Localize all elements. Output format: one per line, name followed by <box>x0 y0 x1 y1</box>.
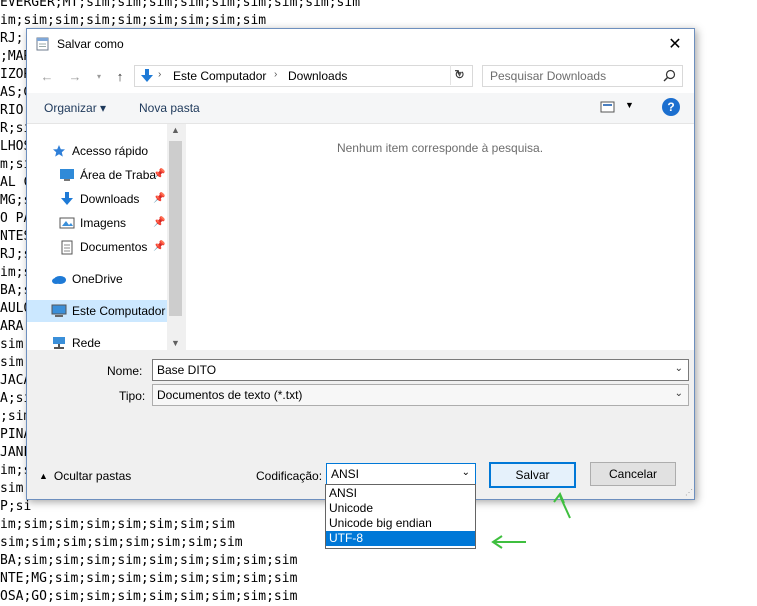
scrollbar-thumb[interactable] <box>169 141 182 316</box>
download-icon <box>59 191 75 207</box>
desktop-icon <box>59 167 75 183</box>
up-arrow-icon[interactable]: ↑ <box>112 69 128 84</box>
chevron-down-icon[interactable]: ⌄ <box>462 467 470 478</box>
back-arrow-icon[interactable]: ← <box>39 69 55 84</box>
search-icon[interactable] <box>663 69 676 82</box>
document-icon <box>59 239 75 255</box>
sidebar-item-label: Este Computador <box>72 304 166 318</box>
hide-folders-toggle[interactable]: ▲ Ocultar pastas <box>39 469 131 483</box>
annotation-arrow-icon <box>553 492 571 519</box>
file-type-value: Documentos de texto (*.txt) <box>157 388 303 402</box>
dialog-title: Salvar como <box>57 37 124 51</box>
refresh-icon[interactable]: ↻ <box>450 65 468 85</box>
resize-grip-icon[interactable]: ⋰ <box>685 488 693 497</box>
computer-icon <box>51 303 67 319</box>
sidebar-item-images[interactable]: Imagens <box>59 212 126 234</box>
new-folder-button[interactable]: Nova pasta <box>139 101 200 115</box>
scroll-down-icon[interactable]: ▼ <box>171 338 180 348</box>
close-icon[interactable]: ✕ <box>664 33 686 55</box>
help-icon[interactable]: ? <box>662 98 680 116</box>
encoding-option-unicode[interactable]: Unicode <box>326 501 475 516</box>
encoding-select[interactable]: ANSI ⌄ <box>326 463 476 485</box>
organize-button[interactable]: Organizar ▾ <box>44 101 106 115</box>
annotation-arrow-icon <box>491 535 526 549</box>
chevron-down-icon[interactable]: ▼ <box>625 100 634 110</box>
encoding-option-utf8[interactable]: UTF-8 <box>326 531 475 546</box>
pin-icon[interactable]: 📌 <box>153 241 165 252</box>
pin-icon[interactable]: 📌 <box>153 169 165 180</box>
encoding-option-ansi[interactable]: ANSI <box>326 486 475 501</box>
chevron-down-icon[interactable]: ⌄ <box>675 388 683 399</box>
image-icon <box>59 215 75 231</box>
sidebar-item-label: Imagens <box>80 216 127 230</box>
sidebar-item-network[interactable]: Rede <box>51 332 101 350</box>
chevron-right-icon: › <box>274 69 278 80</box>
pin-icon[interactable]: 📌 <box>153 193 165 204</box>
file-name-label: Nome: <box>107 364 143 378</box>
text-line: EVERGER;MT;sim;sim;sim;sim;sim;sim;sim;s… <box>0 0 361 10</box>
sidebar-item-documents[interactable]: Documentos <box>59 236 147 258</box>
sidebar-item-label: Área de Traba <box>80 168 157 182</box>
empty-results-message: Nenhum item corresponde à pesquisa. <box>336 141 544 155</box>
sidebar-item-label: Documentos <box>80 240 148 254</box>
cloud-icon <box>51 271 67 287</box>
chevron-down-icon[interactable]: ⌄ <box>675 363 683 374</box>
file-list-pane[interactable]: Nenhum item corresponde à pesquisa. <box>186 124 694 350</box>
file-name-field[interactable]: Base DITO ⌄ <box>152 359 689 381</box>
text-line: OSA;GO;sim;sim;sim;sim;sim;sim;sim;sim <box>0 589 298 604</box>
forward-arrow-icon[interactable]: → <box>67 69 83 84</box>
chevron-up-icon: ▲ <box>39 471 48 481</box>
save-as-dialog: Salvar como ✕ ← → ▾ ↑ › Este Computador … <box>26 28 695 500</box>
sidebar-item-quick-access[interactable]: Acesso rápido <box>51 140 148 162</box>
cancel-button[interactable]: Cancelar <box>590 462 676 486</box>
search-placeholder: Pesquisar Downloads <box>490 69 607 83</box>
view-options-icon[interactable] <box>600 100 616 114</box>
sidebar-item-desktop[interactable]: Área de Traba <box>59 164 156 186</box>
scroll-up-icon[interactable]: ▲ <box>171 125 180 135</box>
pin-icon[interactable]: 📌 <box>153 217 165 228</box>
sidebar-item-label: OneDrive <box>72 272 123 286</box>
sidebar-item-downloads[interactable]: Downloads <box>59 188 139 210</box>
sidebar-item-label: Acesso rápido <box>72 144 149 158</box>
sidebar-item-label: Rede <box>72 336 101 350</box>
title-bar: Salvar como ✕ <box>27 29 694 59</box>
download-folder-icon <box>141 69 153 82</box>
encoding-dropdown-list: ANSI Unicode Unicode big endian UTF-8 <box>325 484 476 549</box>
sidebar-item-label: Downloads <box>80 192 140 206</box>
navigation-bar: ← → ▾ ↑ › Este Computador › Downloads ▾ … <box>27 59 694 93</box>
save-button[interactable]: Salvar <box>489 462 576 488</box>
sidebar-item-this-pc[interactable]: Este Computador <box>51 300 165 322</box>
encoding-label: Codificação: <box>256 469 323 483</box>
text-line: BA;sim;sim;sim;sim;sim;sim;sim;sim;sim <box>0 553 298 568</box>
breadcrumb-item[interactable]: Este Computador <box>173 69 266 83</box>
file-name-value: Base DITO <box>157 363 217 377</box>
encoding-value: ANSI <box>331 467 360 481</box>
network-icon <box>51 335 67 350</box>
address-bar[interactable]: › Este Computador › Downloads ▾ <box>134 65 473 87</box>
sidebar-item-onedrive[interactable]: OneDrive <box>51 268 123 290</box>
navigation-pane: Acesso rápido Área de Traba 📌 Downloads … <box>27 124 184 350</box>
recent-locations-chevron-icon[interactable]: ▾ <box>91 69 107 83</box>
star-icon <box>51 143 67 159</box>
encoding-option-unicode-big-endian[interactable]: Unicode big endian <box>326 516 475 531</box>
sidebar-scrollbar[interactable]: ▲ ▼ <box>167 124 184 350</box>
file-type-label: Tipo: <box>119 389 146 403</box>
file-type-select[interactable]: Documentos de texto (*.txt) ⌄ <box>152 384 689 406</box>
text-line: NTE;MG;sim;sim;sim;sim;sim;sim;sim;sim <box>0 571 298 586</box>
search-input[interactable]: Pesquisar Downloads <box>482 65 683 87</box>
chevron-right-icon: › <box>158 69 162 80</box>
command-toolbar: Organizar ▾ Nova pasta ▼ ? <box>27 93 694 124</box>
breadcrumb-item[interactable]: Downloads <box>288 69 347 83</box>
hide-folders-label: Ocultar pastas <box>53 469 132 483</box>
notepad-icon <box>36 37 49 51</box>
